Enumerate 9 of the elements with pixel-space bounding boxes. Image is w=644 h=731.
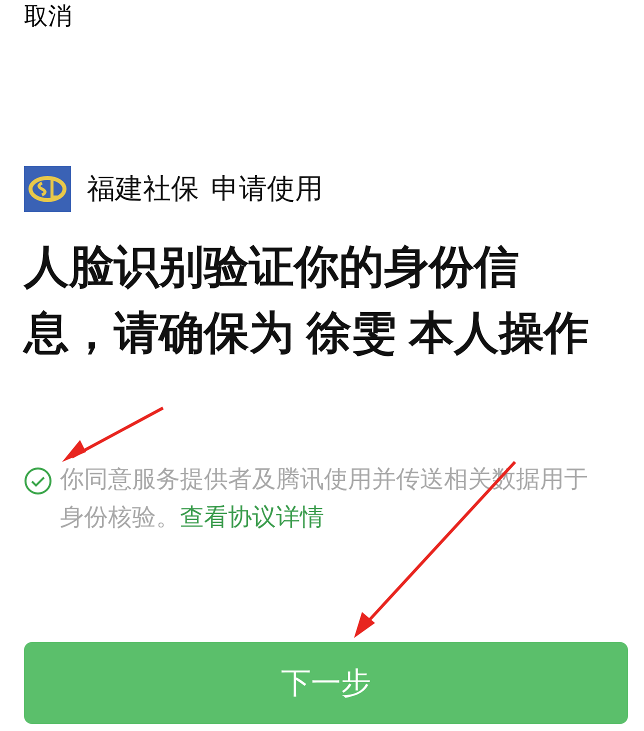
cancel-button[interactable]: 取消 xyxy=(24,0,72,34)
heading-line: 息，请确保为 徐雯 本人操作 xyxy=(24,306,590,360)
check-circle-icon[interactable] xyxy=(24,467,52,495)
agreement-link[interactable]: 查看协议详情 xyxy=(180,504,324,531)
next-button[interactable]: 下一步 xyxy=(24,642,628,724)
logo-icon xyxy=(24,166,71,212)
request-text: 申请使用 xyxy=(211,172,323,206)
app-name: 福建社保 xyxy=(87,172,199,206)
heading-line: 人脸识别验证你的身份信 xyxy=(24,240,520,294)
